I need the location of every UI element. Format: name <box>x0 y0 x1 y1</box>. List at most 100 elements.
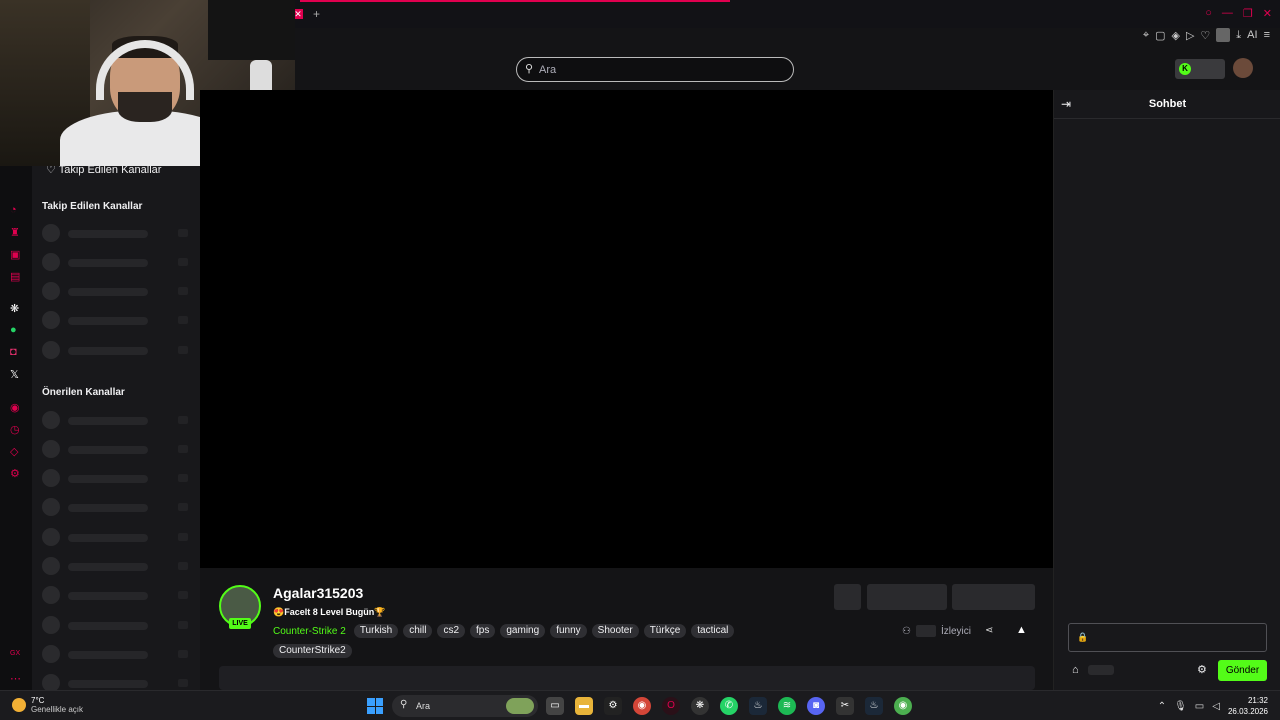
tag[interactable]: Turkish <box>353 624 399 638</box>
steelseries-icon[interactable]: ⚙ <box>604 697 622 715</box>
tray-chevron-icon[interactable]: ⌃ <box>1158 701 1166 712</box>
window-controls: ○ — ❐ ✕ <box>1205 7 1272 20</box>
weather-widget[interactable]: 7°C Genellikle açık <box>12 696 83 714</box>
discord-icon[interactable]: ◙ <box>807 697 825 715</box>
browser-sidebar-rail: ◔ ♜ ▣ ▤ ❋ ● ◘ 𝕏 ◉ ◷ ◇ ⚙ GX ⋯ <box>0 166 32 690</box>
instagram-icon[interactable]: ◘ <box>10 346 17 358</box>
menu-icon[interactable]: ≡ <box>1264 29 1270 41</box>
lock-icon: 🔒 <box>1077 632 1089 642</box>
settings-icon[interactable]: ⚙ <box>10 467 20 480</box>
tag[interactable]: tactical <box>691 624 735 638</box>
microphone-icon[interactable]: 🎙 <box>1174 701 1187 712</box>
bag-icon[interactable]: ♜ <box>10 226 20 239</box>
system-tray: ⌃ 🎙 ▭ ◁ 21:32 26.03.2026 <box>1158 695 1268 717</box>
channel-skeleton <box>42 498 192 516</box>
channel-skeleton <box>42 528 192 546</box>
download-icon[interactable]: ⤓ <box>1236 29 1241 42</box>
tag[interactable]: Shooter <box>591 624 639 638</box>
recommended-section-title: Önerilen Kanallar <box>42 387 125 398</box>
minimize-icon[interactable]: — <box>1222 7 1233 20</box>
channel-skeleton <box>42 311 192 329</box>
chrome-icon[interactable]: ◉ <box>633 697 651 715</box>
kick-logo-icon: K <box>1179 63 1191 75</box>
snapshot-icon[interactable]: ▢ <box>1155 29 1165 42</box>
maximize-icon[interactable]: ❐ <box>1243 7 1253 20</box>
start-icon[interactable] <box>367 698 383 714</box>
chat-input[interactable]: 🔒 <box>1068 623 1267 652</box>
taskbar-search[interactable]: ⚲ Ara <box>392 695 538 717</box>
network-icon[interactable]: ▭ <box>1195 701 1204 712</box>
steam-icon[interactable]: ♨ <box>749 697 767 715</box>
whatsapp-icon[interactable]: ● <box>10 324 17 336</box>
tag[interactable]: gaming <box>500 624 546 638</box>
tag[interactable]: Türkçe <box>643 624 687 638</box>
heart-icon[interactable]: ♡ <box>1200 29 1210 42</box>
live-badge: LIVE <box>229 618 251 629</box>
opera-gx-icon[interactable]: O <box>662 697 680 715</box>
points-skeleton <box>1088 665 1114 675</box>
profile-thumbnail[interactable] <box>1216 28 1231 42</box>
player-icon[interactable]: ▷ <box>1186 29 1194 42</box>
capcut-icon[interactable]: ✂ <box>836 697 854 715</box>
pin-icon[interactable]: ⌖ <box>1143 29 1149 42</box>
subscribe-button-skeleton[interactable] <box>952 584 1035 610</box>
tag[interactable]: chill <box>403 624 433 638</box>
channel-name[interactable]: Agalar315203 <box>273 585 363 601</box>
gx-label[interactable]: GX <box>10 650 20 657</box>
spotify-icon[interactable]: ≋ <box>778 697 796 715</box>
extension-button[interactable]: K <box>1175 59 1225 79</box>
history-icon[interactable]: ◷ <box>10 423 20 436</box>
users-icon: ⚇ <box>902 625 911 637</box>
calendar-icon[interactable]: ▤ <box>10 270 20 283</box>
site-header: ⚲ Ara K <box>200 48 1280 90</box>
chat-tools: ⌂ ⚙ Gönder <box>1068 660 1267 682</box>
tag[interactable]: funny <box>550 624 587 638</box>
channel-skeleton <box>42 411 192 429</box>
store-icon[interactable]: ⌂ <box>1072 664 1079 676</box>
chat-title: Sohbet <box>1148 98 1187 110</box>
task-view-icon[interactable]: ▭ <box>546 697 564 715</box>
whatsapp-app-icon[interactable]: ✆ <box>720 697 738 715</box>
user-avatar[interactable] <box>1233 58 1253 78</box>
x-icon[interactable]: 𝕏 <box>10 368 19 381</box>
chat-settings-icon[interactable]: ⚙ <box>1197 663 1207 676</box>
file-explorer-icon[interactable]: ▬ <box>575 697 593 715</box>
chatgpt-icon[interactable]: ❋ <box>10 302 19 315</box>
search-tabs-icon[interactable]: ○ <box>1205 7 1212 20</box>
follow-button-skeleton[interactable] <box>867 584 947 610</box>
tag[interactable]: fps <box>470 624 496 638</box>
bookmarks-icon[interactable]: ◇ <box>10 445 18 458</box>
shield-icon[interactable]: ◈ <box>1171 29 1179 42</box>
new-tab-button[interactable]: + <box>313 7 320 21</box>
date: 26.03.2026 <box>1227 707 1268 716</box>
category-link[interactable]: Counter-Strike 2 <box>273 626 346 637</box>
send-button[interactable]: Gönder <box>1218 660 1267 681</box>
player-sidebar-icon[interactable]: ◉ <box>10 401 20 414</box>
channel-skeleton <box>42 282 192 300</box>
aria-icon[interactable]: ◔ <box>10 204 17 216</box>
twitch-icon[interactable]: ▣ <box>10 248 20 261</box>
chatgpt-app-icon[interactable]: ❋ <box>691 697 709 715</box>
more-icon[interactable]: ⋯ <box>10 672 21 685</box>
viewer-count: ⚇ İzleyici <box>902 625 971 637</box>
chrome-2-icon[interactable]: ◉ <box>894 697 912 715</box>
search-input[interactable]: ⚲ Ara <box>516 57 794 82</box>
tag[interactable]: cs2 <box>437 624 466 638</box>
tag[interactable]: CounterStrike2 <box>273 644 352 658</box>
ai-button[interactable]: AI <box>1247 29 1257 41</box>
video-player[interactable] <box>200 90 1053 568</box>
search-icon: ⚲ <box>400 699 408 710</box>
close-window-icon[interactable]: ✕ <box>1263 7 1272 20</box>
time: 21:32 <box>1247 696 1268 705</box>
steam-2-icon[interactable]: ♨ <box>865 697 883 715</box>
tag-list: Counter-Strike 2 Turkish chill cs2 fps g… <box>273 624 753 658</box>
channels-sidebar: ♡ Takip Edilen Kanallar Takip Edilen Kan… <box>32 164 200 692</box>
viewer-count-skeleton <box>915 625 936 637</box>
viewers-label: İzleyici <box>940 625 971 637</box>
action-button-skeleton[interactable] <box>834 584 861 610</box>
share-icon[interactable]: ⋖ <box>985 625 993 636</box>
clock[interactable]: 21:32 26.03.2026 <box>1228 695 1268 717</box>
volume-icon[interactable]: ◁ <box>1212 701 1220 712</box>
report-icon[interactable]: ▲ <box>1016 624 1027 636</box>
channel-skeleton <box>42 469 192 487</box>
